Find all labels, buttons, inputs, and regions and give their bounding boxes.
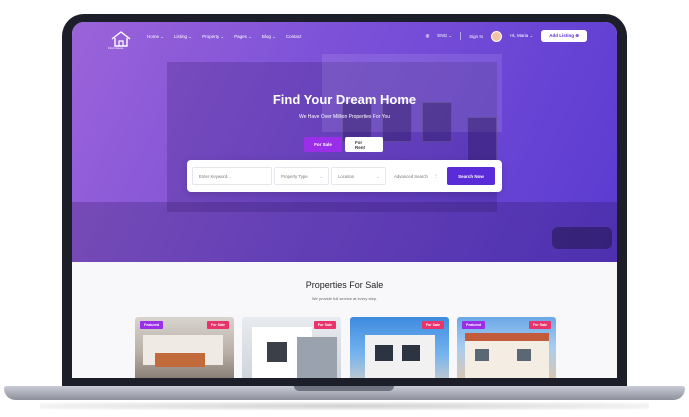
menu-contact[interactable]: Contact — [286, 34, 302, 40]
menu-listing[interactable]: Listing ⌄ — [174, 34, 192, 40]
property-type-select[interactable]: Property Type ⌄ — [274, 167, 329, 185]
menu-pages[interactable]: Pages ⌄ — [234, 34, 252, 40]
add-listing-button[interactable]: Add Listing ⊕ — [541, 30, 587, 42]
advanced-search-toggle[interactable]: Advanced Search ⋮ — [388, 167, 443, 185]
laptop-notch — [294, 386, 394, 391]
menu-blog[interactable]: Blog ⌄ — [262, 34, 276, 40]
for-sale-badge: For Sale — [528, 321, 551, 329]
hero-banner: Find House Home ⌄ Listing ⌄ Property ⌄ P… — [72, 22, 617, 262]
house-window — [342, 102, 372, 142]
signin-link[interactable]: Sign In — [469, 34, 483, 39]
for-sale-badge: For Sale — [421, 321, 444, 329]
language-selector[interactable]: ENG ⌄ — [437, 33, 452, 39]
chevron-down-icon: ⌄ — [376, 174, 380, 179]
properties-section: Properties For Sale We provide full serv… — [72, 262, 617, 378]
user-menu[interactable]: Hi, Maria ⌄ — [510, 33, 533, 39]
car-shape — [552, 227, 612, 249]
nav-right-group: ◍ ENG ⌄ Sign In Hi, Maria ⌄ Add Listing … — [425, 30, 587, 42]
featured-badge: Featured — [140, 321, 164, 329]
nav-divider — [460, 32, 462, 40]
hero-subtitle: We Have Over Million Properties For You — [298, 114, 391, 120]
property-card[interactable]: Featured For Sale — [457, 317, 556, 378]
menu-home[interactable]: Home ⌄ — [147, 34, 164, 40]
advanced-search-label: Advanced Search — [394, 173, 428, 179]
main-menu: Home ⌄ Listing ⌄ Property ⌄ Pages ⌄ Blog… — [147, 34, 301, 40]
menu-property[interactable]: Property ⌄ — [202, 34, 224, 40]
keyword-input[interactable]: Enter Keyword... — [192, 167, 272, 185]
house-window — [422, 102, 452, 142]
property-card[interactable]: For Sale — [242, 317, 341, 378]
tab-for-sale[interactable]: For Sale — [304, 137, 342, 152]
for-sale-badge: For Sale — [206, 321, 229, 329]
house-window — [382, 102, 412, 142]
garden-wall — [72, 202, 617, 262]
location-select[interactable]: Location ⌄ — [331, 167, 386, 185]
laptop-shadow — [40, 402, 649, 410]
section-title: Properties For Sale — [305, 280, 384, 290]
search-bar: Enter Keyword... Property Type ⌄ Locatio… — [187, 160, 502, 192]
website-screen: Find House Home ⌄ Listing ⌄ Property ⌄ P… — [72, 22, 617, 378]
logo-text: Find House — [108, 46, 124, 50]
location-label: Location — [338, 173, 355, 179]
globe-icon[interactable]: ◍ — [425, 33, 429, 39]
property-card[interactable]: Featured For Sale — [135, 317, 234, 378]
section-subtitle: We provide full service at every step. — [311, 296, 378, 301]
avatar[interactable] — [491, 30, 503, 42]
for-sale-badge: For Sale — [313, 321, 336, 329]
laptop-mockup: Find House Home ⌄ Listing ⌄ Property ⌄ P… — [0, 0, 689, 417]
hero-title: Find Your Dream Home — [272, 92, 417, 107]
search-now-button[interactable]: Search Now — [447, 167, 495, 185]
chevron-down-icon: ⌄ — [319, 174, 323, 179]
tab-for-rent[interactable]: For Rent — [345, 137, 383, 152]
featured-badge: Featured — [462, 321, 486, 329]
more-options-icon: ⋮ — [434, 173, 438, 178]
property-card[interactable]: For Sale — [350, 317, 449, 378]
top-navbar: Find House Home ⌄ Listing ⌄ Property ⌄ P… — [72, 22, 617, 52]
property-type-label: Property Type — [281, 173, 308, 179]
